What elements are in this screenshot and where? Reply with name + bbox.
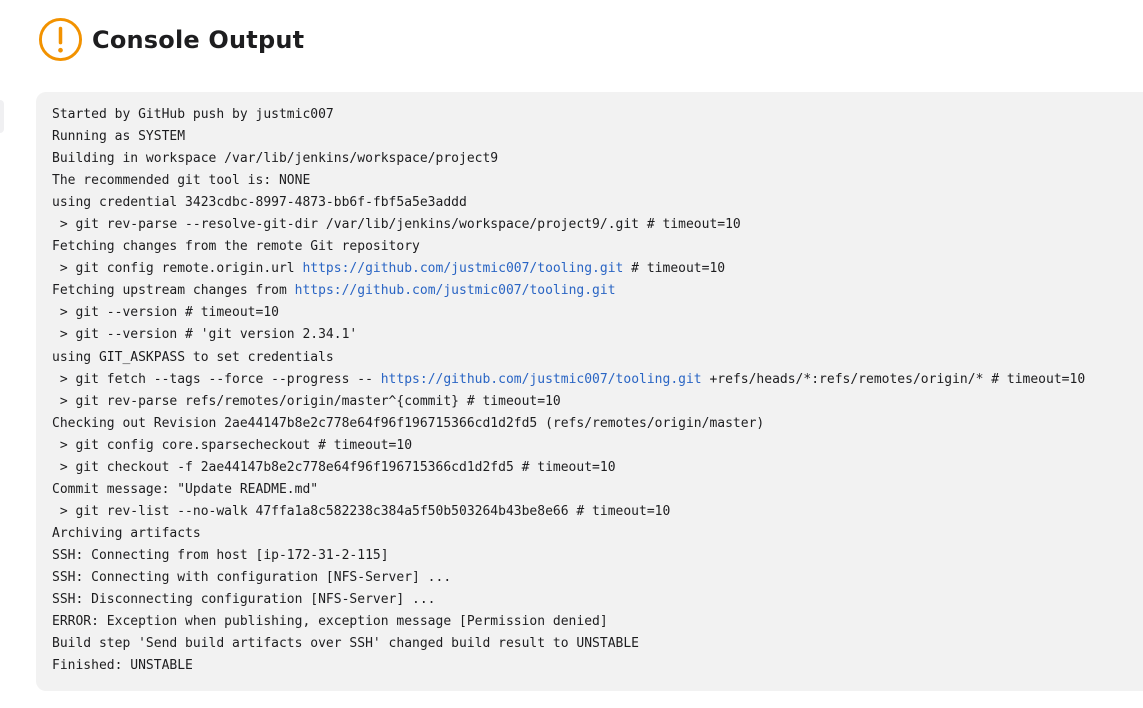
console-text: > git rev-parse --resolve-git-dir /var/l… [52, 217, 741, 233]
console-text: Running as SYSTEM [52, 129, 186, 145]
console-text: > git config core.sparsecheckout # timeo… [52, 437, 413, 453]
console-line: SSH: Connecting with configuration [NFS-… [52, 567, 1143, 589]
console-line: > git rev-list --no-walk 47ffa1a8c582238… [52, 501, 1143, 523]
console-text: +refs/heads/*:refs/remotes/origin/* # ti… [701, 371, 1086, 387]
console-line: SSH: Disconnecting configuration [NFS-Se… [52, 589, 1143, 611]
side-panel-toggle[interactable] [0, 100, 4, 133]
console-line: Building in workspace /var/lib/jenkins/w… [52, 148, 1143, 170]
console-text: # timeout=10 [623, 261, 726, 277]
console-line: > git config remote.origin.url https://g… [52, 258, 1143, 280]
console-line: Fetching upstream changes from https://g… [52, 280, 1143, 302]
console-text: Archiving artifacts [52, 525, 201, 541]
console-line: Archiving artifacts [52, 523, 1143, 545]
repo-link[interactable]: https://github.com/justmic007/tooling.gi… [302, 261, 623, 276]
console-text: > git checkout -f 2ae44147b8e2c778e64f96… [52, 459, 616, 475]
console-line: > git rev-parse refs/remotes/origin/mast… [52, 391, 1143, 413]
console-line: using credential 3423cdbc-8997-4873-bb6f… [52, 192, 1143, 214]
repo-link[interactable]: https://github.com/justmic007/tooling.gi… [295, 283, 616, 298]
console-text: SSH: Connecting with configuration [NFS-… [52, 569, 452, 585]
console-text: The recommended git tool is: NONE [52, 173, 311, 189]
console-text: > git config remote.origin.url [52, 261, 303, 277]
exclamation-circle-icon [38, 17, 83, 62]
console-text: SSH: Connecting from host [ip-172-31-2-1… [52, 547, 389, 563]
console-text: Fetching changes from the remote Git rep… [52, 239, 420, 255]
console-text: Checking out Revision 2ae44147b8e2c778e6… [52, 415, 765, 431]
page-title: Console Output [92, 25, 305, 54]
console-line: ERROR: Exception when publishing, except… [52, 611, 1143, 633]
console-text: > git rev-list --no-walk 47ffa1a8c582238… [52, 503, 671, 519]
console-line: Finished: UNSTABLE [52, 655, 1143, 677]
console-line: Commit message: "Update README.md" [52, 479, 1143, 501]
console-line: Checking out Revision 2ae44147b8e2c778e6… [52, 413, 1143, 435]
console-line: > git rev-parse --resolve-git-dir /var/l… [52, 214, 1143, 236]
console-line: Build step 'Send build artifacts over SS… [52, 633, 1143, 655]
console-text: ERROR: Exception when publishing, except… [52, 614, 608, 630]
console-text: Commit message: "Update README.md" [52, 481, 319, 497]
console-text: > git rev-parse refs/remotes/origin/mast… [52, 393, 561, 409]
console-text: > git --version # timeout=10 [52, 305, 279, 321]
console-text: Started by GitHub push by justmic007 [52, 107, 334, 122]
console-line: Started by GitHub push by justmic007 [52, 104, 1143, 126]
console-text: Finished: UNSTABLE [52, 658, 193, 674]
console-lines: Started by GitHub push by justmic007 Runn… [52, 104, 1143, 677]
page-header: Console Output [38, 17, 304, 62]
console-line: SSH: Connecting from host [ip-172-31-2-1… [52, 545, 1143, 567]
console-text: > git fetch --tags --force --progress -- [52, 371, 381, 387]
console-line: > git config core.sparsecheckout # timeo… [52, 435, 1143, 457]
console-line: > git --version # 'git version 2.34.1' [52, 324, 1143, 346]
console-line: > git --version # timeout=10 [52, 302, 1143, 324]
console-line: using GIT_ASKPASS to set credentials [52, 347, 1143, 369]
console-text: Fetching upstream changes from [52, 283, 295, 299]
console-line: Fetching changes from the remote Git rep… [52, 236, 1143, 258]
console-text: using credential 3423cdbc-8997-4873-bb6f… [52, 195, 467, 211]
console-line: Running as SYSTEM [52, 126, 1143, 148]
console-text: Build step 'Send build artifacts over SS… [52, 636, 639, 652]
console-text: using GIT_ASKPASS to set credentials [52, 349, 334, 365]
console-line: > git fetch --tags --force --progress --… [52, 369, 1143, 391]
console-line: > git checkout -f 2ae44147b8e2c778e64f96… [52, 457, 1143, 479]
console-line: The recommended git tool is: NONE [52, 170, 1143, 192]
repo-link[interactable]: https://github.com/justmic007/tooling.gi… [381, 372, 702, 387]
console-text: SSH: Disconnecting configuration [NFS-Se… [52, 592, 436, 608]
console-output: Started by GitHub push by justmic007 Runn… [36, 92, 1143, 691]
console-text: > git --version # 'git version 2.34.1' [52, 327, 358, 343]
console-text: Building in workspace /var/lib/jenkins/w… [52, 151, 499, 167]
